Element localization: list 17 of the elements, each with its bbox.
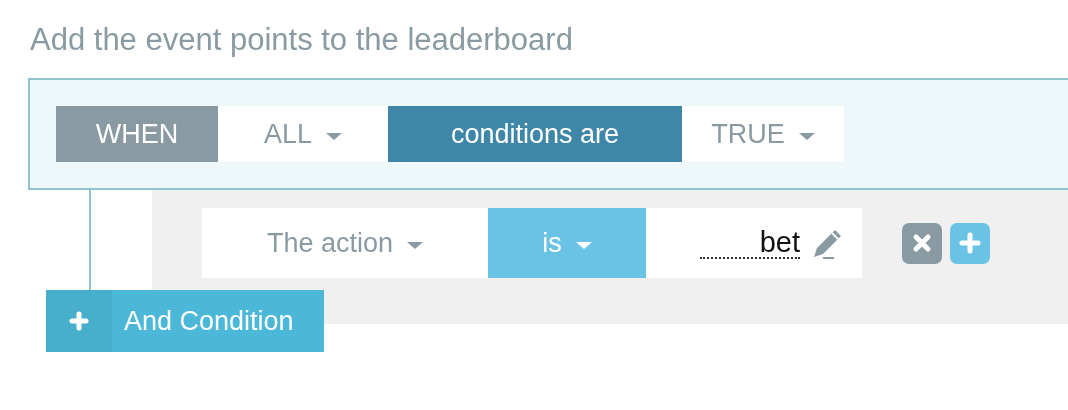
- plus-icon: [959, 232, 981, 254]
- remove-button[interactable]: [902, 222, 942, 264]
- connector-label: conditions are: [388, 106, 682, 162]
- field-dropdown[interactable]: The action: [202, 208, 488, 278]
- close-icon: [912, 233, 932, 253]
- plus-icon: [69, 311, 89, 331]
- when-label: WHEN: [56, 106, 218, 162]
- caret-icon: [326, 132, 342, 140]
- and-condition-button[interactable]: And Condition: [46, 290, 324, 352]
- page-title: Add the event points to the leaderboard: [29, 21, 574, 56]
- caret-icon: [798, 132, 815, 140]
- caret-icon: [407, 241, 424, 249]
- operator-dropdown[interactable]: is: [488, 208, 646, 278]
- result-dropdown[interactable]: TRUE: [682, 106, 844, 162]
- caret-icon: [575, 241, 592, 249]
- quantifier-dropdown[interactable]: ALL: [218, 106, 388, 162]
- add-button[interactable]: [950, 222, 990, 264]
